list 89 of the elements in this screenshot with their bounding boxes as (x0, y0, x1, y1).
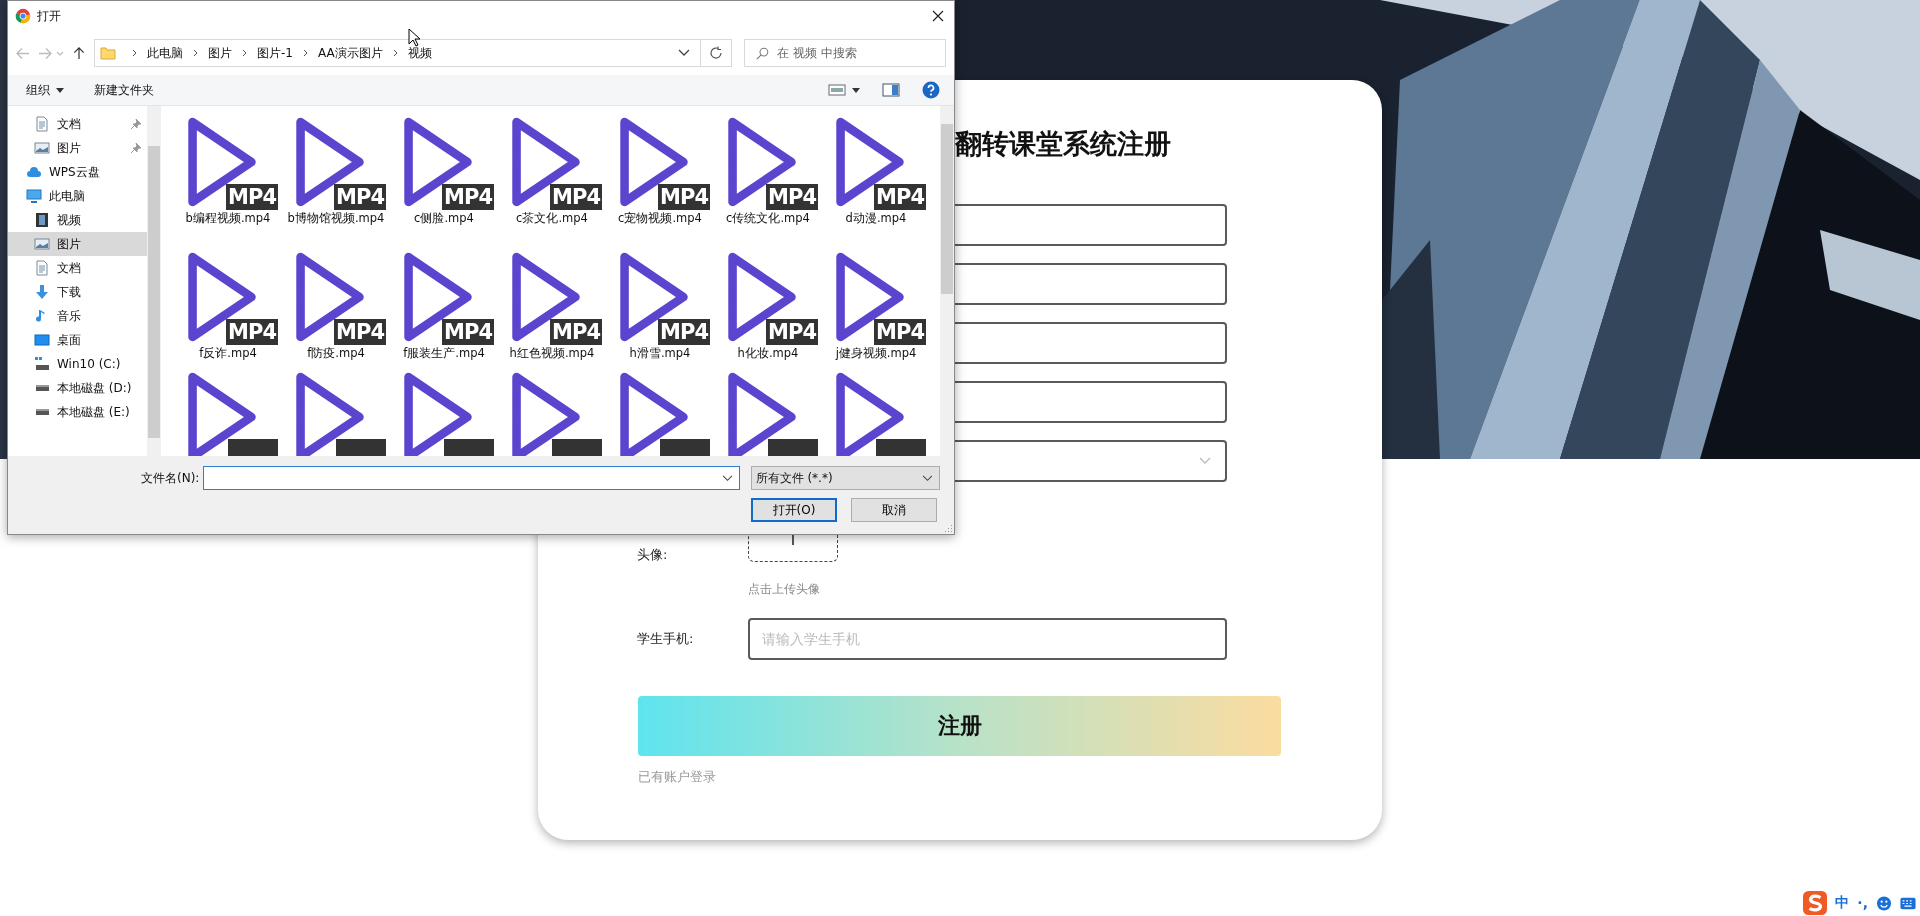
scrollbar[interactable] (940, 106, 954, 456)
filename-label: 文件名(N): (139, 469, 200, 487)
cloud-icon (26, 164, 42, 180)
chevron-right-icon (132, 49, 137, 57)
file-name[interactable]: f防疫.mp4 (283, 345, 389, 361)
nav-item[interactable]: 音乐 (8, 304, 147, 328)
chevron-down-icon (721, 474, 733, 482)
chevron-down-icon (1199, 457, 1211, 465)
chevron-down-icon (922, 474, 933, 482)
pc-icon (26, 188, 42, 204)
file-name[interactable]: c侧脸.mp4 (391, 210, 497, 226)
chevron-right-icon (242, 49, 247, 57)
file-name[interactable]: c传统文化.mp4 (715, 210, 821, 226)
doc-icon (34, 116, 50, 132)
dialog-title: 打开 (37, 7, 61, 25)
system-drive-icon (34, 356, 50, 372)
drive-icon (36, 409, 49, 415)
breadcrumb-item[interactable]: 此电脑 (147, 44, 183, 62)
s-logo-icon[interactable] (1803, 891, 1828, 915)
file-type-select[interactable]: 所有文件 (*.*) (750, 466, 940, 490)
chevron-right-icon (302, 49, 308, 57)
resize-grip-icon[interactable] (942, 522, 952, 532)
file-name[interactable]: d动漫.mp4 (823, 210, 929, 226)
file-name[interactable]: b博物馆视频.mp4 (283, 210, 389, 226)
nav-item[interactable]: 本地磁盘 (D:) (8, 376, 147, 400)
file-name[interactable]: c宠物视频.mp4 (607, 210, 713, 226)
nav-item[interactable]: 图片 (8, 136, 147, 160)
help-icon[interactable] (922, 81, 940, 99)
caret-icon[interactable] (852, 87, 860, 93)
smiley-icon[interactable] (1876, 895, 1892, 911)
nav-item[interactable]: WPS云盘 (8, 160, 147, 184)
upload-hint: 点击上传头像 (748, 581, 821, 598)
register-button[interactable]: 注册 (638, 696, 1281, 756)
picture-icon (34, 140, 50, 156)
up-arrow-icon[interactable] (72, 46, 86, 60)
file-name[interactable]: h化妆.mp4 (715, 345, 821, 361)
picture-icon (34, 236, 50, 252)
nav-item[interactable]: Win10 (C:) (8, 352, 147, 376)
browser-logo-icon (15, 8, 31, 24)
punctuation-toggle[interactable]: ·, (1857, 895, 1868, 911)
nav-item[interactable]: 下载 (8, 280, 147, 304)
organize-menu[interactable]: 组织 (26, 81, 50, 99)
breadcrumb-item[interactable]: 图片-1 (257, 44, 293, 62)
nav-item[interactable]: 文档 (8, 256, 147, 280)
breadcrumb-item[interactable]: 视频 (407, 44, 432, 62)
close-icon[interactable] (932, 10, 944, 22)
desktop-icon (34, 332, 50, 348)
phone-input[interactable]: 请输入学生手机 (748, 618, 1227, 660)
scrollbar[interactable] (147, 106, 161, 456)
chevron-right-icon (392, 49, 398, 57)
nav-item[interactable]: 视频 (8, 208, 147, 232)
chevron-right-icon (193, 49, 198, 57)
caret-icon[interactable] (56, 87, 64, 93)
open-button[interactable]: 打开(O) (751, 498, 837, 522)
preview-pane-icon[interactable] (882, 83, 900, 97)
pin-icon (131, 143, 141, 153)
video-icon (34, 212, 50, 228)
address-bar[interactable]: 此电脑 图片 图片-1 AA演示图片 视频 (94, 39, 732, 67)
file-name[interactable]: j健身视频.mp4 (823, 345, 929, 361)
nav-item[interactable]: 文档 (8, 112, 147, 136)
file-name[interactable]: c茶文化.mp4 (499, 210, 605, 226)
filename-input[interactable] (203, 466, 740, 490)
file-name[interactable]: f服装生产.mp4 (391, 345, 497, 361)
nav-item[interactable]: 桌面 (8, 328, 147, 352)
form-title: 翻转课堂系统注册 (955, 127, 1171, 161)
download-icon (34, 284, 50, 300)
pin-icon (131, 119, 141, 129)
file-name[interactable]: f反诈.mp4 (175, 345, 281, 361)
nav-item[interactable]: 图片 (8, 232, 147, 256)
nav-item[interactable]: 本地磁盘 (E:) (8, 400, 147, 424)
file-name[interactable]: h滑雪.mp4 (607, 345, 713, 361)
keyboard-icon[interactable] (1900, 895, 1916, 911)
search-field[interactable]: 在 视频 中搜索 (744, 39, 946, 67)
breadcrumb-item[interactable]: 图片 (208, 44, 232, 62)
avatar-label: 头像: (636, 546, 669, 564)
chevron-down-icon[interactable] (678, 49, 690, 57)
drive-icon (36, 385, 49, 391)
file-name[interactable]: h红色视频.mp4 (499, 345, 605, 361)
nav-item[interactable]: 此电脑 (8, 184, 147, 208)
refresh-icon (709, 46, 723, 60)
search-icon (756, 47, 769, 60)
input-mode-toggle[interactable]: 中 (1835, 894, 1850, 912)
folder-icon (100, 46, 116, 60)
phone-label: 学生手机: (636, 630, 695, 648)
new-folder-button[interactable]: 新建文件夹 (94, 81, 154, 99)
cancel-button[interactable]: 取消 (851, 498, 937, 522)
doc-icon (34, 260, 50, 276)
breadcrumb-item[interactable]: AA演示图片 (317, 44, 383, 62)
file-name[interactable]: b编程视频.mp4 (175, 210, 281, 226)
